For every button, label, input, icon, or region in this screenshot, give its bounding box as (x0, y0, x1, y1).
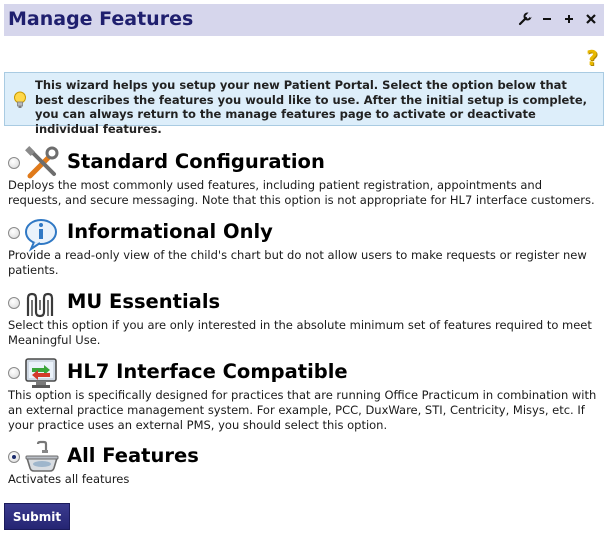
option-mu-essentials[interactable]: MU Essentials Select this option if you … (8, 286, 600, 348)
option-description: This option is specifically designed for… (8, 388, 597, 432)
radio-mu-essentials[interactable] (8, 297, 20, 309)
info-icon (25, 219, 57, 252)
option-hl7-interface-compatible[interactable]: HL7 Interface Compatible This option is … (8, 356, 600, 434)
page-title: Manage Features (8, 8, 194, 30)
option-description: Provide a read-only view of the child's … (8, 248, 587, 277)
info-box: This wizard helps you setup your new Pat… (4, 72, 604, 136)
radio-informational-only[interactable] (8, 227, 20, 239)
option-description: Activates all features (8, 472, 130, 486)
option-label: Standard Configuration (67, 150, 325, 173)
tools-icon (25, 146, 59, 179)
submit-button[interactable]: Submit (4, 503, 70, 530)
wrench-icon[interactable] (518, 12, 533, 26)
minimize-icon[interactable] (540, 12, 554, 26)
info-text: This wizard helps you setup your new Pat… (35, 78, 587, 136)
monitor-arrows-icon (25, 358, 57, 388)
maximize-icon[interactable] (562, 12, 576, 26)
option-label: Informational Only (67, 220, 273, 243)
option-description: Deploys the most commonly used features,… (8, 178, 595, 207)
radio-hl7-interface-compatible[interactable] (8, 367, 20, 379)
kitchen-sink-icon (25, 440, 59, 472)
help-icon[interactable]: ? (584, 48, 600, 68)
radio-all-features[interactable] (8, 451, 20, 463)
option-all-features[interactable]: All Features Activates all features (8, 440, 600, 490)
option-description: Select this option if you are only inter… (8, 318, 592, 347)
radio-standard-configuration[interactable] (8, 157, 20, 169)
close-icon[interactable] (584, 12, 598, 26)
option-label: HL7 Interface Compatible (67, 360, 348, 383)
option-standard-configuration[interactable]: Standard Configuration Deploys the most … (8, 146, 600, 208)
window-controls (518, 12, 598, 26)
option-informational-only[interactable]: Informational Only Provide a read-only v… (8, 216, 600, 278)
lightbulb-icon (14, 91, 26, 108)
option-label: MU Essentials (67, 290, 221, 313)
title-bar: Manage Features (4, 4, 604, 36)
option-label: All Features (67, 444, 199, 467)
